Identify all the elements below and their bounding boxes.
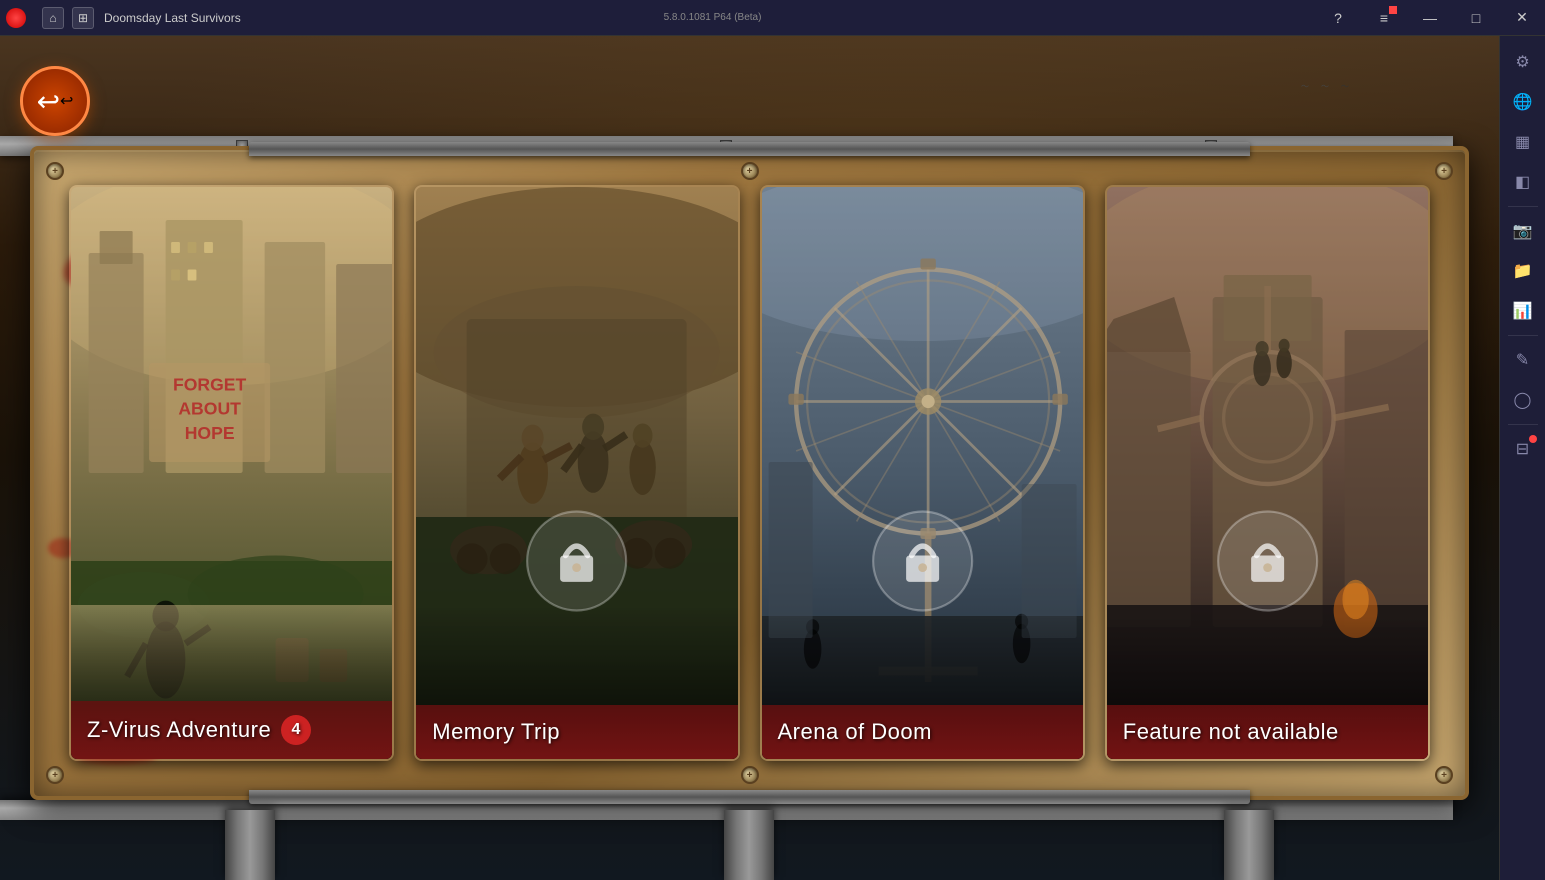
sidebar-divider-1 (1508, 206, 1538, 207)
close-button[interactable]: ✕ (1499, 0, 1545, 36)
apps-nav-button[interactable]: ⊞ (72, 7, 94, 29)
card-memory-trip-title: Memory Trip (432, 719, 560, 744)
card-memory-trip[interactable]: Memory Trip (414, 185, 739, 761)
card-memory-trip-label: Memory Trip (416, 705, 737, 759)
notification-dot (1389, 6, 1397, 14)
layers-icon[interactable]: ◧ (1505, 164, 1541, 200)
app-title: Doomsday Last Survivors (104, 11, 658, 25)
title-bar: ⌂ ⊞ Doomsday Last Survivors 5.8.0.1081 P… (0, 0, 1545, 36)
window-controls: ? ≡ — □ ✕ (1315, 0, 1545, 36)
svg-text:FORGET: FORGET (173, 375, 247, 395)
bulletin-board: FORGET ABOUT HOPE (30, 146, 1469, 800)
bolt-top-right (1435, 162, 1453, 180)
sidebar-divider-3 (1508, 424, 1538, 425)
bolt-top-left (46, 162, 64, 180)
card-feature-na-title: Feature not available (1123, 719, 1339, 744)
bolt-middle-bottom (741, 766, 759, 784)
card-arena-scene (762, 187, 1083, 759)
sidebar-notification (1529, 435, 1537, 443)
card-memory-trip-scene (416, 187, 737, 759)
game-area: 〜 〜 〜 ↩ (0, 36, 1499, 880)
settings-icon[interactable]: ⚙ (1505, 44, 1541, 80)
card-z-virus-title: Z-Virus Adventure (87, 717, 271, 743)
birds-group: 〜 〜 〜 (1301, 81, 1349, 92)
app-subtitle: 5.8.0.1081 P64 (Beta) (664, 12, 762, 23)
card-feature-na-label: Feature not available (1107, 705, 1428, 759)
card-arena-title: Arena of Doom (778, 719, 932, 744)
bracket-top (249, 142, 1251, 156)
bolt-bottom-right (1435, 766, 1453, 784)
bird-3: 〜 (1341, 81, 1349, 92)
card-arena-of-doom[interactable]: Arena of Doom (760, 185, 1085, 761)
sidebar-divider-2 (1508, 335, 1538, 336)
maximize-button[interactable]: □ (1453, 0, 1499, 36)
help-button[interactable]: ? (1315, 0, 1361, 36)
bracket-bottom (249, 790, 1251, 804)
card-feature-na[interactable]: Feature not available (1105, 185, 1430, 761)
back-button[interactable]: ↩ (20, 66, 90, 136)
svg-text:ABOUT: ABOUT (178, 399, 241, 419)
bolt-middle-top (741, 162, 759, 180)
minimize-button[interactable]: — (1407, 0, 1453, 36)
card-z-virus-label: Z-Virus Adventure 4 (71, 701, 392, 759)
home-nav-button[interactable]: ⌂ (42, 7, 64, 29)
card-z-virus-badge: 4 (281, 715, 311, 745)
sliders-icon[interactable]: ⊟ (1505, 431, 1541, 467)
chart-icon[interactable]: 📊 (1505, 293, 1541, 329)
svg-text:HOPE: HOPE (185, 423, 235, 443)
back-icon: ↩ (60, 91, 73, 111)
camera-icon[interactable]: 📷 (1505, 213, 1541, 249)
card-z-virus[interactable]: FORGET ABOUT HOPE (69, 185, 394, 761)
card-feature-na-scene (1107, 187, 1428, 759)
bolt-bottom-left (46, 766, 64, 784)
app-icon (6, 8, 26, 28)
board-inner: FORGET ABOUT HOPE (69, 185, 1430, 761)
grid-icon[interactable]: ▦ (1505, 124, 1541, 160)
right-sidebar: ⚙ 🌐 ▦ ◧ 📷 📁 📊 ✎ ◯ ⊟ (1499, 36, 1545, 880)
card-z-virus-scene: FORGET ABOUT HOPE (71, 187, 392, 759)
title-bar-nav: ⌂ ⊞ (32, 7, 104, 29)
circle-icon[interactable]: ◯ (1505, 382, 1541, 418)
folder-icon[interactable]: 📁 (1505, 253, 1541, 289)
card-arena-label: Arena of Doom (762, 705, 1083, 759)
bird-1: 〜 (1301, 81, 1309, 92)
bird-2: 〜 (1321, 81, 1329, 92)
menu-button[interactable]: ≡ (1361, 0, 1407, 36)
globe-icon[interactable]: 🌐 (1505, 84, 1541, 120)
edit-icon[interactable]: ✎ (1505, 342, 1541, 378)
